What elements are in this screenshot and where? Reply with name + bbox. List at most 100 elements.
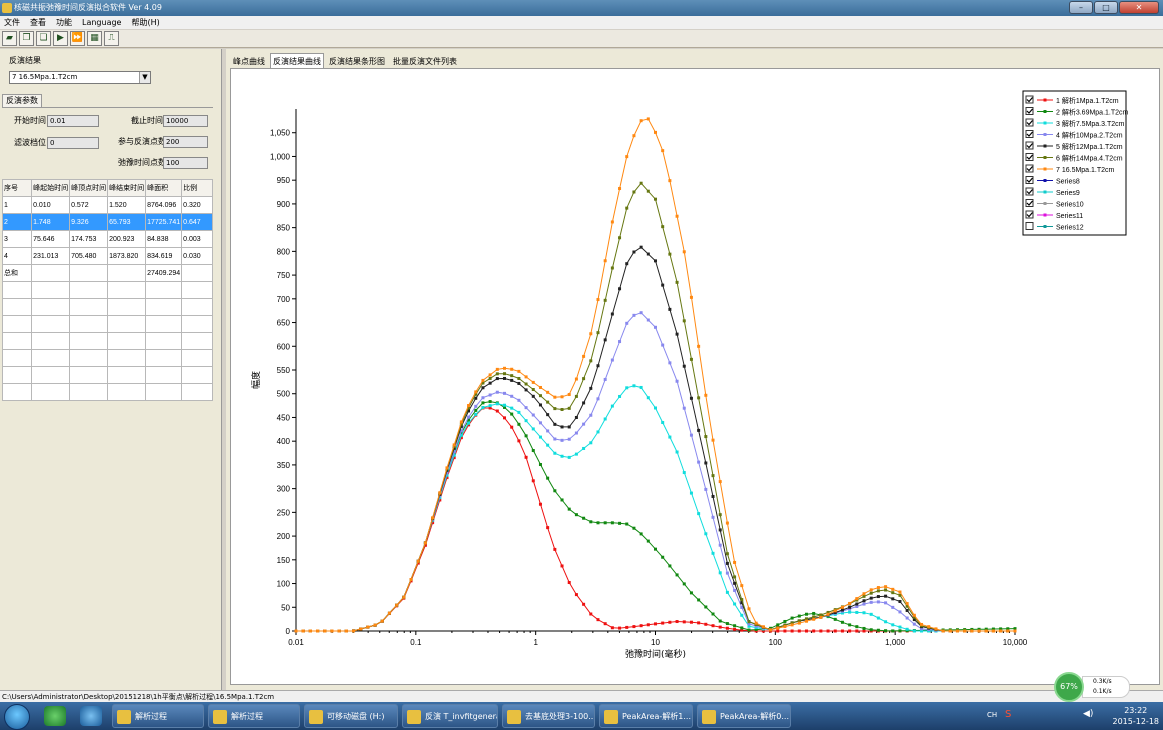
taskbar-item[interactable]: PeakArea-解析0... [697,704,791,728]
chart-icon[interactable]: ⎍ [104,31,119,46]
series-point-2 [776,623,780,627]
fast-forward-icon[interactable]: ⏩ [70,31,85,46]
table-cell [31,332,71,350]
table-row[interactable]: 4 231.013 705.480 1873.820 834.619 0.030 [1,247,213,265]
series-point-5 [538,403,542,407]
taskbar-item[interactable]: 可移动磁盘 (H:) [304,704,398,728]
series-point-5 [603,338,607,342]
series-point-2 [682,582,686,586]
antivirus-icon[interactable]: S [1005,709,1011,720]
end-time-field[interactable]: 10000 [163,115,208,127]
start-time-field[interactable]: 0.01 [47,115,99,127]
lang-indicator[interactable]: CH [987,711,997,719]
series-point-7 [582,354,586,358]
export-icon[interactable]: ❏ [36,31,51,46]
minimize-button[interactable]: – [1069,1,1093,14]
col-peak-start[interactable]: 峰起始时间 [31,179,71,197]
series-point-7 [308,629,312,633]
table-icon[interactable]: ▦ [87,31,102,46]
close-button[interactable]: ✕ [1119,1,1159,14]
series-line-4 [296,312,1015,632]
series-point-2 [567,507,571,511]
legend-marker [1043,98,1047,102]
volume-icon[interactable]: ◀) [1083,709,1093,719]
title-bar: 核磁共振弛豫时间反演拟合软件 Ver 4.09 – □ ✕ [0,0,1163,16]
menu-function[interactable]: 功能 [56,16,72,29]
series-point-7 [833,609,837,613]
table-row-empty[interactable] [1,281,213,299]
app-icon [2,3,12,13]
table-row-empty[interactable] [1,366,213,384]
taskbar-item[interactable]: 解析过程 [112,704,204,728]
chevron-down-icon[interactable]: ▼ [139,72,150,83]
y-tick-label: 400 [277,437,291,446]
table-row-empty[interactable] [1,298,213,316]
tab-params[interactable]: 反演参数 [2,94,42,107]
series-point-1 [725,626,729,630]
ie-icon[interactable] [80,706,102,726]
series-point-7 [517,369,521,373]
play-icon[interactable]: ▶ [53,31,68,46]
series-point-3 [639,385,643,389]
open-icon[interactable]: ▰ [2,31,17,46]
series-point-7 [733,560,737,564]
series-point-4 [596,397,600,401]
taskbar-item[interactable]: 去基底处理3-100... [502,704,595,728]
legend-marker [1043,133,1047,136]
menu-file[interactable]: 文件 [4,16,20,29]
table-cell [69,366,109,384]
table-row[interactable]: 总和 27409.294 [1,264,213,282]
menu-help[interactable]: 帮助(H) [131,16,159,29]
browser-icon[interactable] [44,706,66,726]
maximize-button[interactable]: □ [1094,1,1118,14]
start-button[interactable] [4,704,30,730]
series-point-4 [912,622,916,626]
table-row-empty[interactable] [1,349,213,367]
series-point-3 [503,403,507,407]
col-peak-end[interactable]: 峰结束时间 [107,179,147,197]
series-point-5 [610,312,614,316]
series-point-4 [538,421,542,425]
clock[interactable]: 23:22 2015-12-18 [1113,705,1160,727]
taskbar-item[interactable]: 反演 T_invfitgeneral [402,704,498,728]
legend-label: 2 解析3.69Mpa.1.T2cm [1056,108,1129,117]
series-point-7 [704,393,708,397]
series-point-4 [553,437,557,441]
table-row[interactable]: 1 0.010 0.572 1.520 8764.096 0.320 [1,196,213,214]
legend-label: 7 16.5Mpa.1.T2cm [1056,167,1115,174]
series-point-1 [804,629,808,633]
series-point-5 [531,394,535,398]
menu-view[interactable]: 查看 [30,16,46,29]
y-tick-label: 350 [277,461,291,470]
network-widget[interactable]: 0.3K/s 0.1K/s 67% [1052,672,1160,702]
col-peak-top[interactable]: 峰顶点时间 [69,179,109,197]
copy-icon[interactable]: ❐ [19,31,34,46]
table-row-empty[interactable] [1,383,213,401]
table-row-empty[interactable] [1,332,213,350]
taskbar-item[interactable]: 解析过程 [208,704,300,728]
col-index[interactable]: 序号 [1,179,33,197]
table-row[interactable]: 2 1.748 9.326 65.793 17725.741 0.647 [1,213,213,231]
filter-field[interactable]: 0 [47,137,99,149]
series-point-1 [510,425,514,429]
col-peak-area[interactable]: 峰面积 [145,179,183,197]
table-row-empty[interactable] [1,315,213,333]
result-select[interactable]: 7 16.5Mpa.1.T2cm ▼ [9,71,151,84]
series-point-5 [689,396,693,400]
x-tick-label: 0.1 [410,638,422,647]
col-ratio[interactable]: 比例 [181,179,213,197]
series-point-3 [538,435,542,439]
relax-points-field[interactable]: 100 [163,157,208,169]
series-point-7 [661,149,665,153]
points-field[interactable]: 200 [163,136,208,148]
taskbar-item[interactable]: PeakArea-解析1... [599,704,693,728]
series-point-1 [661,621,665,625]
menu-language[interactable]: Language [82,16,121,29]
series-point-3 [668,435,672,439]
legend-checkbox[interactable] [1025,222,1034,230]
series-point-5 [553,422,557,426]
table-row[interactable]: 3 75.646 174.753 200.923 84.838 0.003 [1,230,213,248]
series-point-7 [639,119,643,123]
series-point-3 [740,613,744,617]
y-tick-label: 150 [277,556,291,565]
